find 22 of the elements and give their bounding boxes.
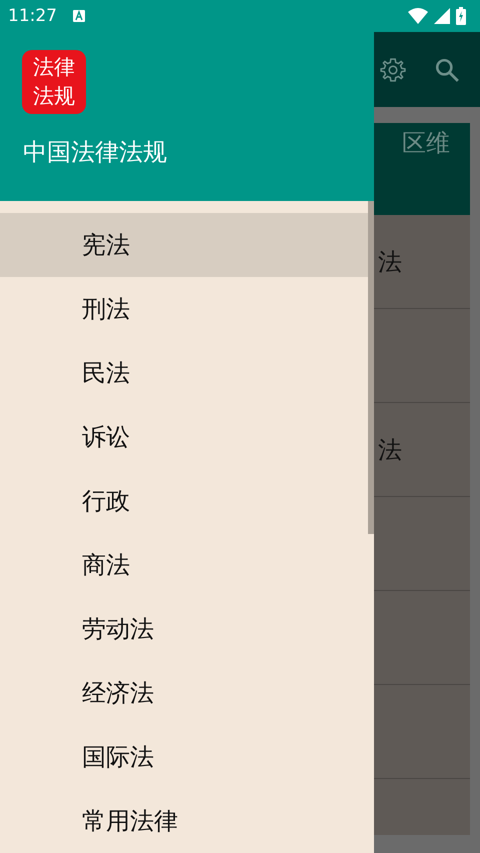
signal-icon xyxy=(434,8,450,24)
status-time: 11:27 xyxy=(8,6,57,26)
battery-icon xyxy=(456,7,466,25)
drawer-item[interactable]: 民法 xyxy=(0,341,368,405)
drawer-item[interactable]: 劳动法 xyxy=(0,597,368,661)
drawer-item[interactable]: 行政 xyxy=(0,469,368,533)
drawer-item[interactable]: 诉讼 xyxy=(0,405,368,469)
row-text: 法 xyxy=(378,434,402,466)
row-text: 法 xyxy=(378,246,402,278)
settings-icon[interactable] xyxy=(380,56,406,82)
drawer-item[interactable]: 商法 xyxy=(0,533,368,597)
drawer-item[interactable]: 常用法律 xyxy=(0,789,368,853)
search-icon[interactable] xyxy=(434,56,460,82)
drawer-item[interactable]: 经济法 xyxy=(0,661,368,725)
app-title: 中国法律法规 xyxy=(23,137,168,168)
drawer-item[interactable]: 国际法 xyxy=(0,725,368,789)
card-header-text: 区维 xyxy=(402,128,450,159)
notification-icon xyxy=(73,10,85,22)
app-logo: 法律 法规 xyxy=(22,50,86,114)
wifi-icon xyxy=(408,8,428,24)
drawer-item[interactable]: 宪法 xyxy=(0,213,368,277)
drawer-item[interactable]: 刑法 xyxy=(0,277,368,341)
